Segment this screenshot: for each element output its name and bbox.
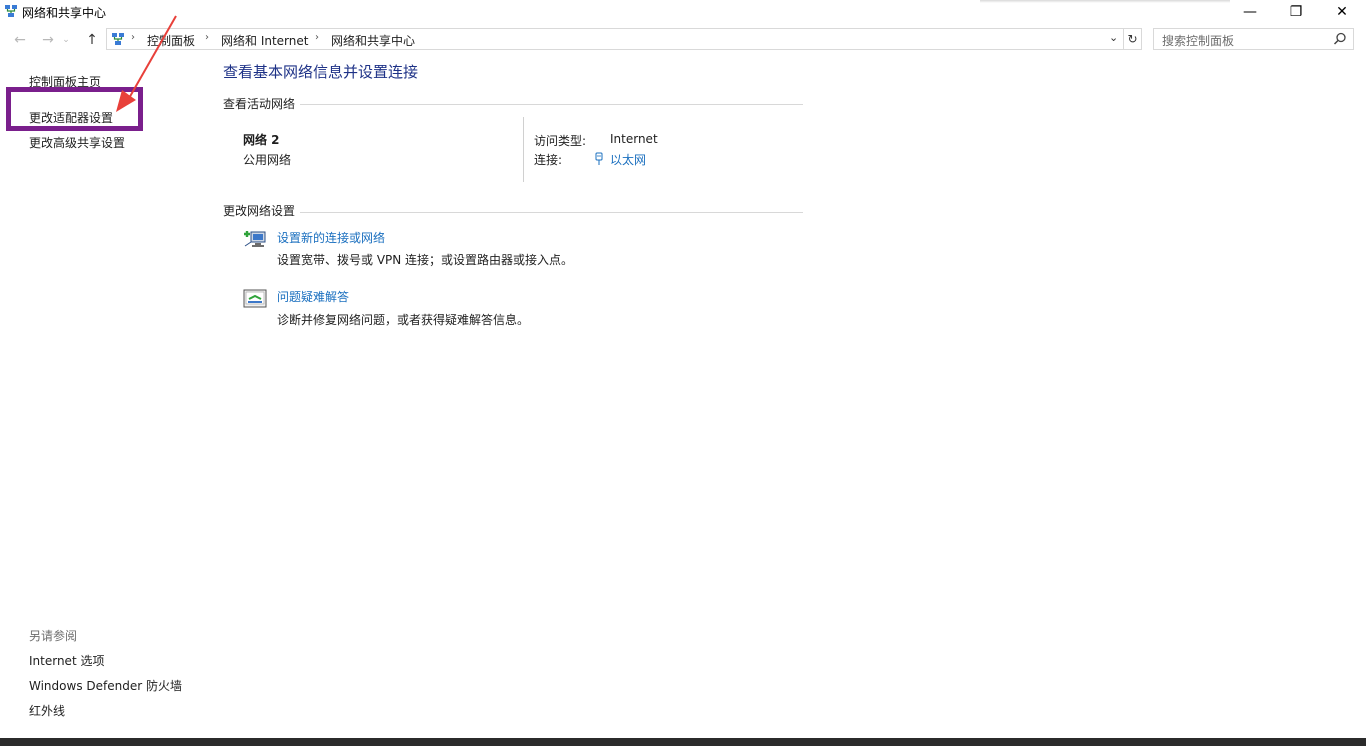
- breadcrumb-separator[interactable]: ›: [205, 32, 209, 43]
- new-connection-icon: [244, 231, 266, 247]
- taskbar: [0, 738, 1366, 746]
- annotation-arrow: [116, 15, 177, 112]
- maximize-button[interactable]: ❐: [1273, 0, 1319, 24]
- window-title: 网络和共享中心: [22, 6, 107, 20]
- setup-new-connection-link[interactable]: 设置新的连接或网络: [277, 229, 385, 246]
- see-also-infrared[interactable]: 红外线: [29, 702, 65, 719]
- see-also-windows-defender-firewall[interactable]: Windows Defender 防火墙: [29, 677, 182, 694]
- vertical-divider: [523, 117, 524, 182]
- back-button[interactable]: ←: [10, 30, 30, 50]
- section-divider: [300, 104, 803, 105]
- search-placeholder: 搜索控制面板: [1162, 34, 1235, 48]
- address-dropdown-icon[interactable]: ⌄: [1109, 31, 1118, 44]
- minimize-button[interactable]: —: [1227, 0, 1273, 24]
- troubleshoot-problems-description: 诊断并修复网络问题，或者获得疑难解答信息。: [277, 313, 530, 327]
- access-type-value: Internet: [610, 132, 658, 146]
- connection-label: 连接:: [534, 153, 563, 167]
- search-box[interactable]: 搜索控制面板: [1153, 28, 1354, 50]
- search-icon[interactable]: [1333, 32, 1347, 46]
- change-network-settings-header: 更改网络设置: [223, 204, 296, 218]
- overlay-shadow: [980, 0, 1230, 3]
- active-networks-header: 查看活动网络: [223, 97, 296, 111]
- network-center-icon: [5, 5, 17, 17]
- troubleshoot-problems-link[interactable]: 问题疑难解答: [277, 288, 349, 305]
- see-also-internet-options[interactable]: Internet 选项: [29, 652, 104, 669]
- setup-new-connection-description: 设置宽带、拨号或 VPN 连接；或设置路由器或接入点。: [277, 253, 574, 267]
- troubleshoot-icon: [243, 289, 267, 308]
- network-category[interactable]: 公用网络: [243, 151, 291, 168]
- section-divider: [300, 212, 803, 213]
- up-button[interactable]: ↑: [82, 30, 102, 50]
- breadcrumb-network-internet[interactable]: 网络和 Internet: [221, 32, 308, 49]
- breadcrumb-network-sharing-center[interactable]: 网络和共享中心: [331, 32, 415, 49]
- ethernet-connection-link[interactable]: 以太网: [610, 151, 646, 168]
- title-bar: 网络和共享中心 — ❐ ✕: [0, 0, 1366, 24]
- close-button[interactable]: ✕: [1319, 0, 1365, 24]
- ethernet-icon: [595, 152, 603, 165]
- recent-locations-button[interactable]: ⌄: [60, 30, 72, 50]
- refresh-button[interactable]: ↻: [1124, 28, 1142, 50]
- breadcrumb-separator[interactable]: ›: [315, 32, 319, 43]
- page-title: 查看基本网络信息并设置连接: [223, 63, 419, 81]
- access-type-label: 访问类型:: [534, 134, 587, 148]
- address-bar[interactable]: › 控制面板 › 网络和 Internet › 网络和共享中心 ⌄: [106, 28, 1124, 50]
- see-also-header: 另请参阅: [29, 629, 78, 643]
- sidebar-item-change-advanced-sharing[interactable]: 更改高级共享设置: [29, 134, 125, 151]
- network-name: 网络 2: [243, 133, 280, 147]
- forward-button[interactable]: →: [38, 30, 58, 50]
